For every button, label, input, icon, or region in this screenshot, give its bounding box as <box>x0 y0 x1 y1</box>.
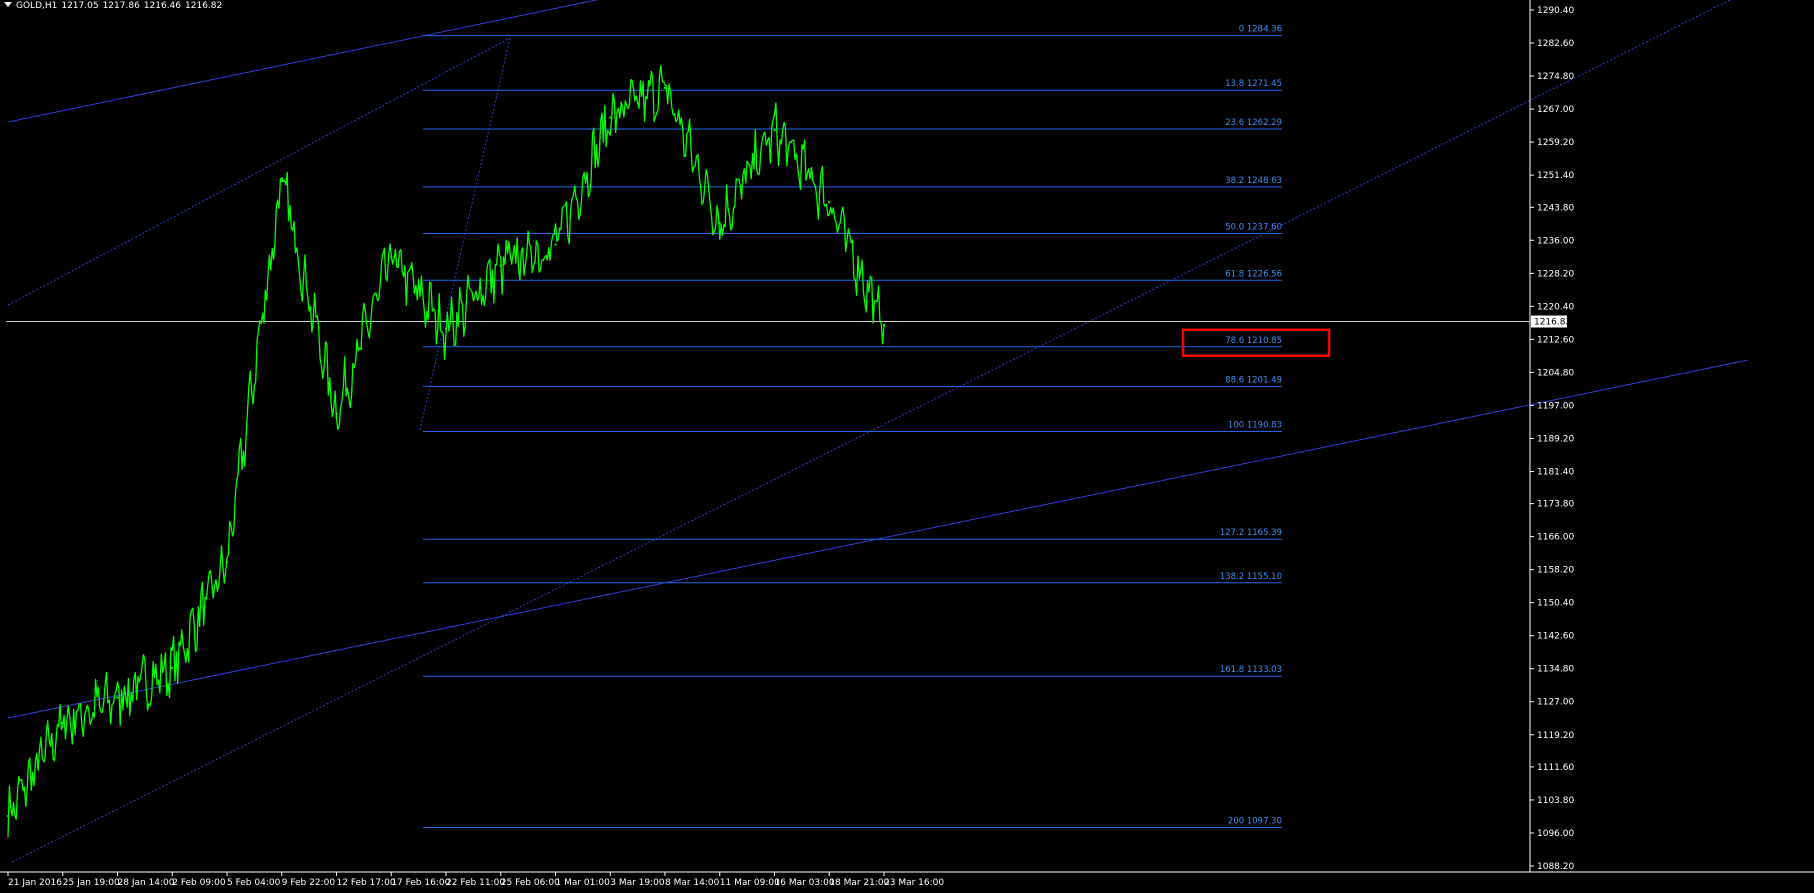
x-tick-label: 18 Mar 21:00 <box>829 878 889 888</box>
y-tick-label: 1096.00 <box>1537 829 1574 839</box>
y-tick-label: 1267.00 <box>1537 105 1574 115</box>
y-tick-label: 1290.40 <box>1537 6 1574 16</box>
fibo-level-label: 0 1284.36 <box>1239 25 1282 35</box>
price-chart[interactable]: 0 1284.36 13.8 1271.45 23.6 1262.29 38.2 12… <box>0 0 1814 893</box>
fibo-level-label: 23.6 1262.29 <box>1225 118 1282 128</box>
x-tick-label: 8 Mar 14:00 <box>665 878 720 888</box>
y-tick-label: 1220.40 <box>1537 302 1574 312</box>
price-point <box>828 201 831 204</box>
price-point <box>335 412 338 415</box>
symbol-label: GOLD,H1 <box>16 1 58 11</box>
x-tick-label: 22 Feb 11:00 <box>446 878 505 888</box>
fibo-level-label: 61.8 1226.56 <box>1225 269 1282 279</box>
y-tick-label: 1158.20 <box>1537 566 1574 576</box>
y-tick-label: 1243.80 <box>1537 203 1574 213</box>
x-tick-label: 28 Jan 14:00 <box>118 878 175 888</box>
y-tick-label: 1088.20 <box>1537 862 1574 872</box>
price-point <box>280 180 283 183</box>
price-point <box>554 243 557 246</box>
low-price: 1216.46 <box>143 1 182 11</box>
fibo-level-label: 78.6 1210.85 <box>1225 336 1282 346</box>
x-tick-label: 16 Mar 03:00 <box>775 878 835 888</box>
y-tick-label: 1127.00 <box>1537 698 1574 708</box>
x-tick-label: 2 Feb 09:00 <box>172 878 226 888</box>
chart-header: GOLD,H1 1217.05 1217.86 1216.46 1216.82 <box>4 0 226 12</box>
y-tick-label: 1197.00 <box>1537 401 1574 411</box>
chart-background <box>0 0 1814 893</box>
y-tick-label: 1119.20 <box>1537 731 1574 741</box>
open-price: 1217.05 <box>61 1 99 11</box>
x-tick-label: 25 Feb 06:00 <box>501 878 560 888</box>
x-tick-label: 11 Mar 09:00 <box>720 878 780 888</box>
y-tick-label: 1251.40 <box>1537 171 1574 181</box>
price-point <box>609 116 612 119</box>
price-point <box>226 561 228 564</box>
x-tick-label: 25 Jan 19:00 <box>63 878 120 888</box>
price-point <box>773 129 776 132</box>
price-point <box>664 86 666 89</box>
price-point <box>499 264 502 267</box>
y-tick-label: 1274.80 <box>1537 72 1574 82</box>
price-point <box>390 256 393 259</box>
x-tick-label: 3 Mar 19:00 <box>610 878 665 888</box>
y-tick-label: 1228.20 <box>1537 269 1574 279</box>
y-tick-label: 1173.80 <box>1537 500 1574 510</box>
x-tick-label: 21 Jan 2016 <box>8 878 62 888</box>
price-point <box>116 696 119 699</box>
y-tick-label: 1204.80 <box>1537 368 1574 378</box>
close-price: 1216.82 <box>185 1 223 11</box>
price-point <box>7 815 9 818</box>
y-tick-label: 1166.00 <box>1537 533 1574 543</box>
y-tick-label: 1282.60 <box>1537 39 1574 49</box>
price-point <box>883 323 885 326</box>
y-tick-label: 1259.20 <box>1537 138 1574 148</box>
fibo-level-label: 100 1190.83 <box>1228 421 1282 431</box>
price-point <box>445 328 447 331</box>
fibo-level-label: 138.2 1155.10 <box>1220 572 1282 582</box>
x-tick-label: 12 Feb 17:00 <box>337 878 396 888</box>
price-point <box>718 222 721 225</box>
y-tick-label: 1103.80 <box>1537 796 1574 806</box>
high-price: 1217.86 <box>102 1 140 11</box>
x-tick-label: 1 Mar 01:00 <box>556 878 611 888</box>
y-tick-label: 1150.40 <box>1537 599 1574 609</box>
x-tick-label: 17 Feb 16:00 <box>391 878 450 888</box>
y-tick-label: 1189.20 <box>1537 434 1574 444</box>
current-price-label: 1216.82 <box>1534 317 1571 327</box>
y-tick-label: 1212.60 <box>1537 335 1574 345</box>
y-tick-label: 1134.80 <box>1537 665 1574 675</box>
chart-menu-icon[interactable] <box>4 2 12 7</box>
fibo-level-label: 50.0 1237.60 <box>1225 223 1282 233</box>
price-point <box>171 666 174 669</box>
fibo-level-label: 161.8 1133.03 <box>1220 665 1282 675</box>
x-tick-label: 5 Feb 04:00 <box>227 878 281 888</box>
y-tick-label: 1142.60 <box>1537 632 1574 642</box>
fibo-level-label: 88.6 1201.49 <box>1225 375 1282 385</box>
x-tick-label: 23 Mar 16:00 <box>884 878 944 888</box>
price-point <box>61 721 64 724</box>
y-tick-label: 1181.40 <box>1537 467 1574 477</box>
fibo-level-label: 38.2 1248.63 <box>1225 176 1282 186</box>
y-tick-label: 1236.00 <box>1537 236 1574 246</box>
x-tick-label: 9 Feb 22:00 <box>282 878 336 888</box>
fibo-level-label: 13.8 1271.45 <box>1225 79 1282 89</box>
fibo-level-label: 200 1097.30 <box>1228 816 1282 826</box>
fibo-level-label: 127.2 1165.39 <box>1220 528 1282 538</box>
y-tick-label: 1111.60 <box>1537 763 1574 773</box>
